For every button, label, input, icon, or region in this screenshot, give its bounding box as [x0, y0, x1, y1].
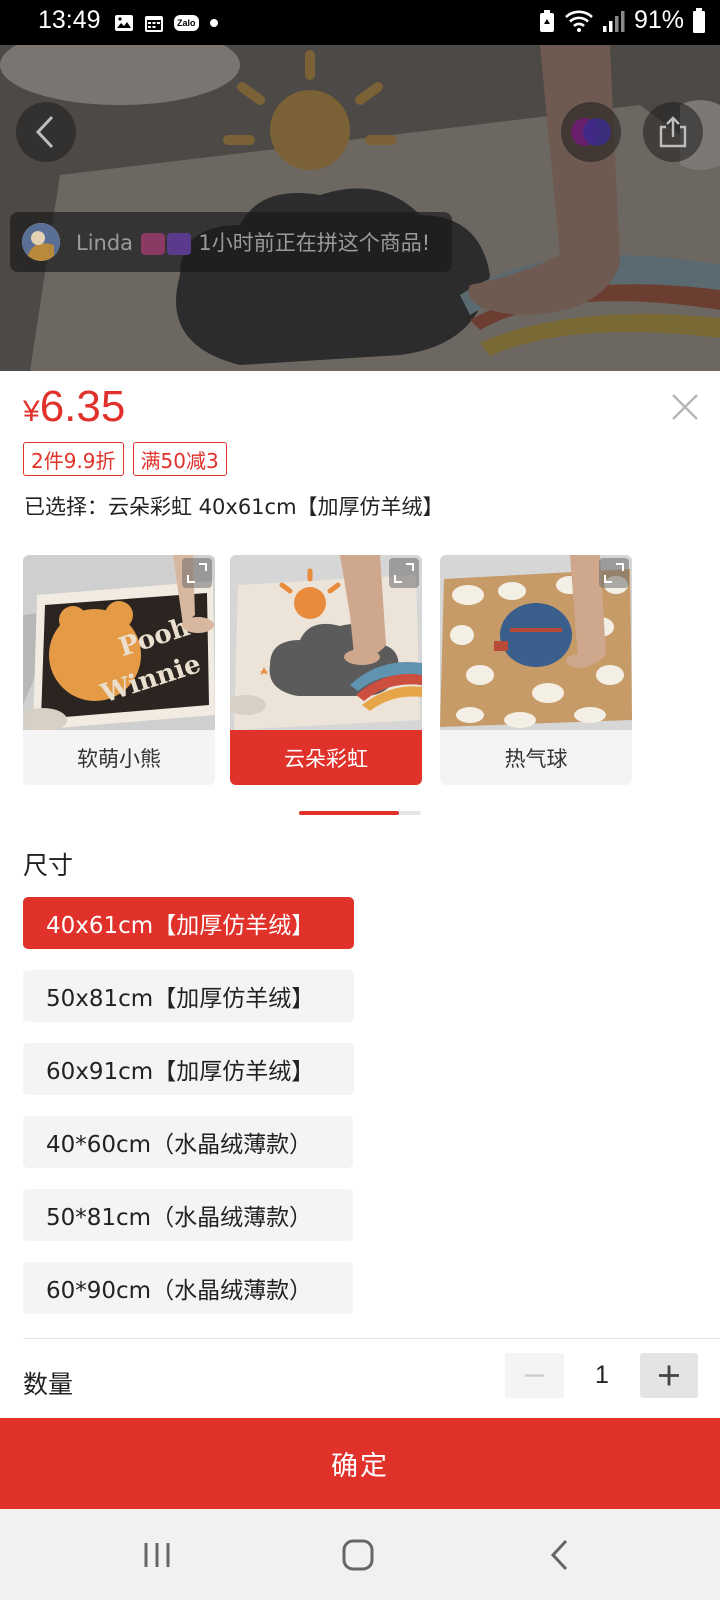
- virgo-emoji-icon: [166, 233, 191, 255]
- system-nav-bar: [0, 1509, 720, 1600]
- style-swatch-cloud-rainbow[interactable]: 云朵彩虹: [230, 555, 422, 785]
- toast-buyer-name: Linda: [76, 231, 134, 255]
- recents-button[interactable]: [127, 1527, 187, 1583]
- promo-tag: 满50减3: [132, 442, 227, 476]
- recents-icon: [144, 1543, 170, 1567]
- quantity-increase-button[interactable]: [640, 1353, 698, 1398]
- style-swatch-list: Pooh Winnie 软萌小熊 云朵彩虹 热气球: [23, 555, 720, 787]
- chevron-left-icon: [35, 115, 54, 149]
- swatch-image: [440, 555, 632, 730]
- style-swatch-bear[interactable]: Pooh Winnie 软萌小熊: [23, 555, 215, 785]
- battery-percent: 91%: [633, 6, 684, 34]
- divider: [23, 1338, 720, 1339]
- size-option[interactable]: 40*60cm（水晶绒薄款）: [23, 1116, 353, 1168]
- close-button[interactable]: [666, 388, 704, 426]
- quantity-decrease-button[interactable]: [505, 1353, 564, 1398]
- size-option[interactable]: 60*90cm（水晶绒薄款）: [23, 1262, 353, 1314]
- close-icon: [672, 394, 698, 420]
- swatch-label: 热气球: [504, 746, 568, 771]
- size-option[interactable]: 50*81cm（水晶绒薄款）: [23, 1189, 353, 1241]
- swatch-image: Pooh Winnie: [23, 555, 215, 730]
- battery-icon: [693, 7, 705, 33]
- back-button[interactable]: [16, 102, 76, 162]
- style-swatch-hot-air-balloon[interactable]: 热气球: [440, 555, 632, 785]
- toast-message: 1小时前正在拼这个商品!: [198, 231, 431, 255]
- quantity-label: 数量: [23, 1370, 74, 1399]
- price: ¥6.35: [23, 382, 125, 432]
- promo-tag: 2件9.9折: [23, 442, 124, 476]
- product-photo: Linda 1小时前正在拼这个商品!: [0, 45, 720, 371]
- swatch-label: 云朵彩虹: [230, 730, 422, 785]
- scroll-thumb: [299, 811, 399, 815]
- wifi-icon: [565, 10, 593, 32]
- dot-icon: [209, 19, 218, 27]
- expand-icon[interactable]: [599, 558, 629, 588]
- image-icon: [115, 15, 133, 31]
- signal-icon: [602, 10, 625, 32]
- minus-icon: [525, 1374, 544, 1377]
- calendar-icon: [145, 16, 163, 32]
- promo-tags: 2件9.9折 满50减3: [23, 442, 227, 476]
- status-bar: 13:49 Zalo 91%: [0, 0, 720, 45]
- home-icon: [342, 1539, 374, 1571]
- back-icon: [550, 1539, 568, 1571]
- heart-emoji-icon: [140, 233, 165, 255]
- size-option[interactable]: 50x81cm【加厚仿羊绒】: [23, 970, 354, 1022]
- status-time: 13:49: [38, 6, 101, 34]
- zalo-icon: Zalo: [174, 15, 199, 31]
- swatch-label: 软萌小熊: [77, 746, 161, 771]
- currency-symbol: ¥: [23, 395, 40, 428]
- avatar: [22, 223, 60, 261]
- share-icon: [659, 116, 687, 148]
- live-orb-button[interactable]: [561, 102, 621, 162]
- selected-value: 云朵彩虹 40x61cm【加厚仿羊绒】: [108, 495, 444, 519]
- confirm-button[interactable]: 确定: [0, 1418, 720, 1509]
- swatch-image: [230, 555, 422, 730]
- swatch-scroll-indicator: [299, 811, 421, 815]
- size-option[interactable]: 40x61cm【加厚仿羊绒】: [23, 897, 354, 949]
- size-section-title: 尺寸: [23, 851, 74, 880]
- home-button[interactable]: [328, 1527, 388, 1583]
- buyer-toast: Linda 1小时前正在拼这个商品!: [10, 212, 452, 272]
- nav-back-button[interactable]: [530, 1527, 590, 1583]
- selected-summary: 已选择：云朵彩虹 40x61cm【加厚仿羊绒】: [24, 491, 444, 521]
- product-photo-image: [0, 45, 720, 371]
- price-amount: 6.35: [39, 382, 126, 431]
- expand-icon[interactable]: [182, 558, 212, 588]
- orb-icon: [571, 118, 611, 146]
- share-button[interactable]: [643, 102, 703, 162]
- recycle-icon: [539, 9, 554, 32]
- plus-icon: [659, 1365, 679, 1386]
- sku-selector-sheet: ¥6.35 2件9.9折 满50减3 已选择：云朵彩虹 40x61cm【加厚仿羊…: [0, 371, 720, 1509]
- expand-icon[interactable]: [389, 558, 419, 588]
- size-option[interactable]: 60x91cm【加厚仿羊绒】: [23, 1043, 354, 1095]
- quantity-value[interactable]: 1: [564, 1353, 640, 1398]
- selected-label: 已选择：: [24, 495, 108, 519]
